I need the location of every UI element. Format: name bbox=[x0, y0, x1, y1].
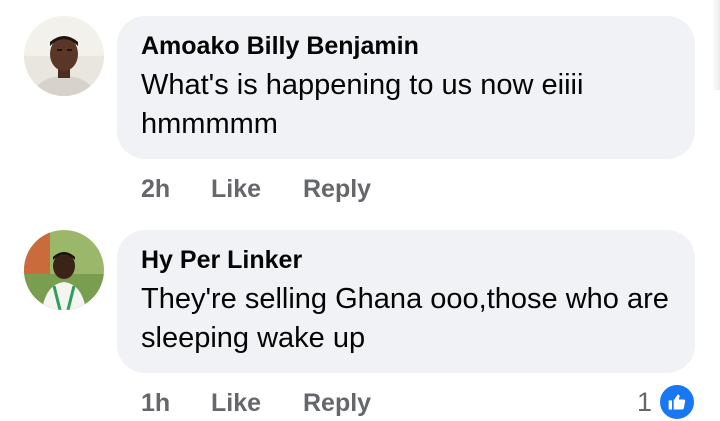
comment-item: Hy Per Linker They're selling Ghana ooo,… bbox=[0, 214, 720, 421]
comment-text: What's is happening to us now eiiii hmmm… bbox=[141, 69, 584, 140]
comment-author[interactable]: Hy Per Linker bbox=[141, 246, 302, 275]
reaction-count: 1 bbox=[636, 386, 652, 417]
comment-timestamp[interactable]: 2h bbox=[141, 175, 211, 204]
comment-timestamp[interactable]: 1h bbox=[141, 389, 211, 418]
avatar-photo bbox=[24, 230, 104, 310]
comment-bubble: Hy Per Linker They're selling Ghana ooo,… bbox=[117, 230, 695, 373]
comment-item: Amoako Billy Benjamin What's is happenin… bbox=[0, 0, 720, 214]
comment-bubble: Amoako Billy Benjamin What's is happenin… bbox=[117, 16, 695, 159]
comment-text: They're selling Ghana ooo,those who are … bbox=[141, 283, 669, 354]
like-button[interactable]: Like bbox=[211, 175, 303, 204]
like-reaction-icon bbox=[658, 383, 696, 421]
reply-button[interactable]: Reply bbox=[303, 389, 371, 418]
comment-author[interactable]: Amoako Billy Benjamin bbox=[141, 32, 419, 61]
like-button[interactable]: Like bbox=[211, 389, 303, 418]
avatar[interactable] bbox=[24, 16, 104, 96]
reply-button[interactable]: Reply bbox=[303, 175, 371, 204]
comment-actions: 1h Like Reply bbox=[141, 386, 371, 420]
reaction-summary[interactable]: 1 bbox=[636, 383, 696, 421]
avatar[interactable] bbox=[24, 230, 104, 310]
comment-actions: 2h Like Reply bbox=[141, 172, 371, 206]
avatar-photo bbox=[24, 16, 104, 96]
